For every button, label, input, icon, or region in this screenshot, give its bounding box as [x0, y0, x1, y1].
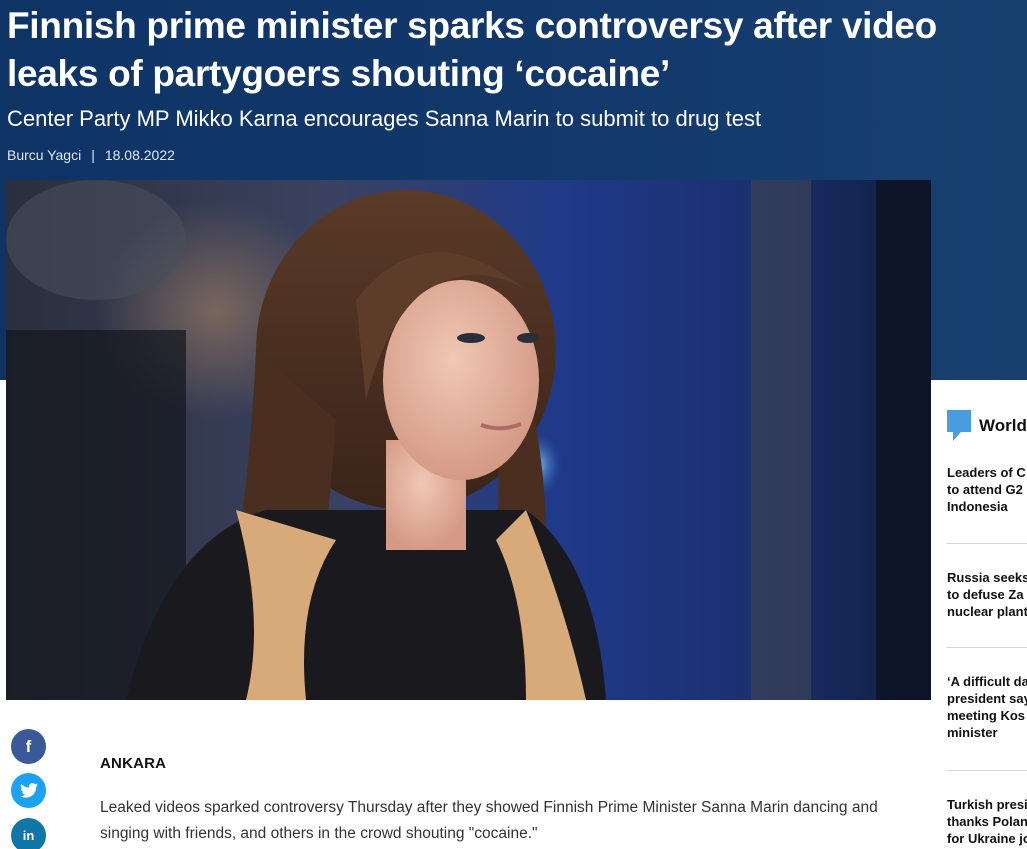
article-photo [6, 180, 931, 700]
article-headline: Finnish prime minister sparks controvers… [7, 2, 1027, 98]
sidebar-divider [947, 770, 1027, 771]
sidebar-divider [947, 543, 1027, 544]
sidebar-news-link[interactable]: Russia seeks to defuse Za nuclear plant [947, 569, 1027, 620]
sidebar-news-link[interactable]: Leaders of C to attend G2 Indonesia [947, 464, 1027, 515]
sidebar-divider [947, 647, 1027, 648]
portrait-image [6, 180, 931, 700]
facebook-share-button[interactable]: f [11, 729, 46, 764]
sidebar-news-link[interactable]: Turkish presi thanks Polan for Ukraine j… [947, 796, 1027, 847]
byline: Burcu Yagci | 18.08.2022 [7, 145, 175, 165]
author-name[interactable]: Burcu Yagci [7, 147, 81, 163]
byline-separator: | [91, 147, 95, 163]
twitter-icon [19, 783, 38, 798]
sidebar-title: World [979, 415, 1027, 435]
sidebar-world-news: World Leaders of C to attend G2 Indonesi… [932, 380, 1027, 849]
twitter-share-button[interactable] [11, 773, 46, 808]
sidebar-news-link[interactable]: ‘A difficult da president say meeting Ko… [947, 673, 1027, 741]
publish-date: 18.08.2022 [104, 147, 175, 163]
headline-line-1: Finnish prime minister sparks controvers… [7, 5, 937, 46]
facebook-icon: f [25, 736, 32, 756]
speech-bubble-icon [947, 410, 971, 441]
linkedin-share-button[interactable]: in [11, 818, 46, 849]
article-body-paragraph: Leaked videos sparked controversy Thursd… [100, 799, 878, 842]
article-dateline: ANKARA [100, 755, 167, 772]
article-subtitle: Center Party MP Mikko Karna encourages S… [7, 106, 762, 131]
linkedin-icon: in [22, 828, 35, 843]
headline-line-2: leaks of partygoers shouting ‘cocaine’ [7, 53, 671, 94]
sidebar-header: World [947, 410, 1027, 441]
